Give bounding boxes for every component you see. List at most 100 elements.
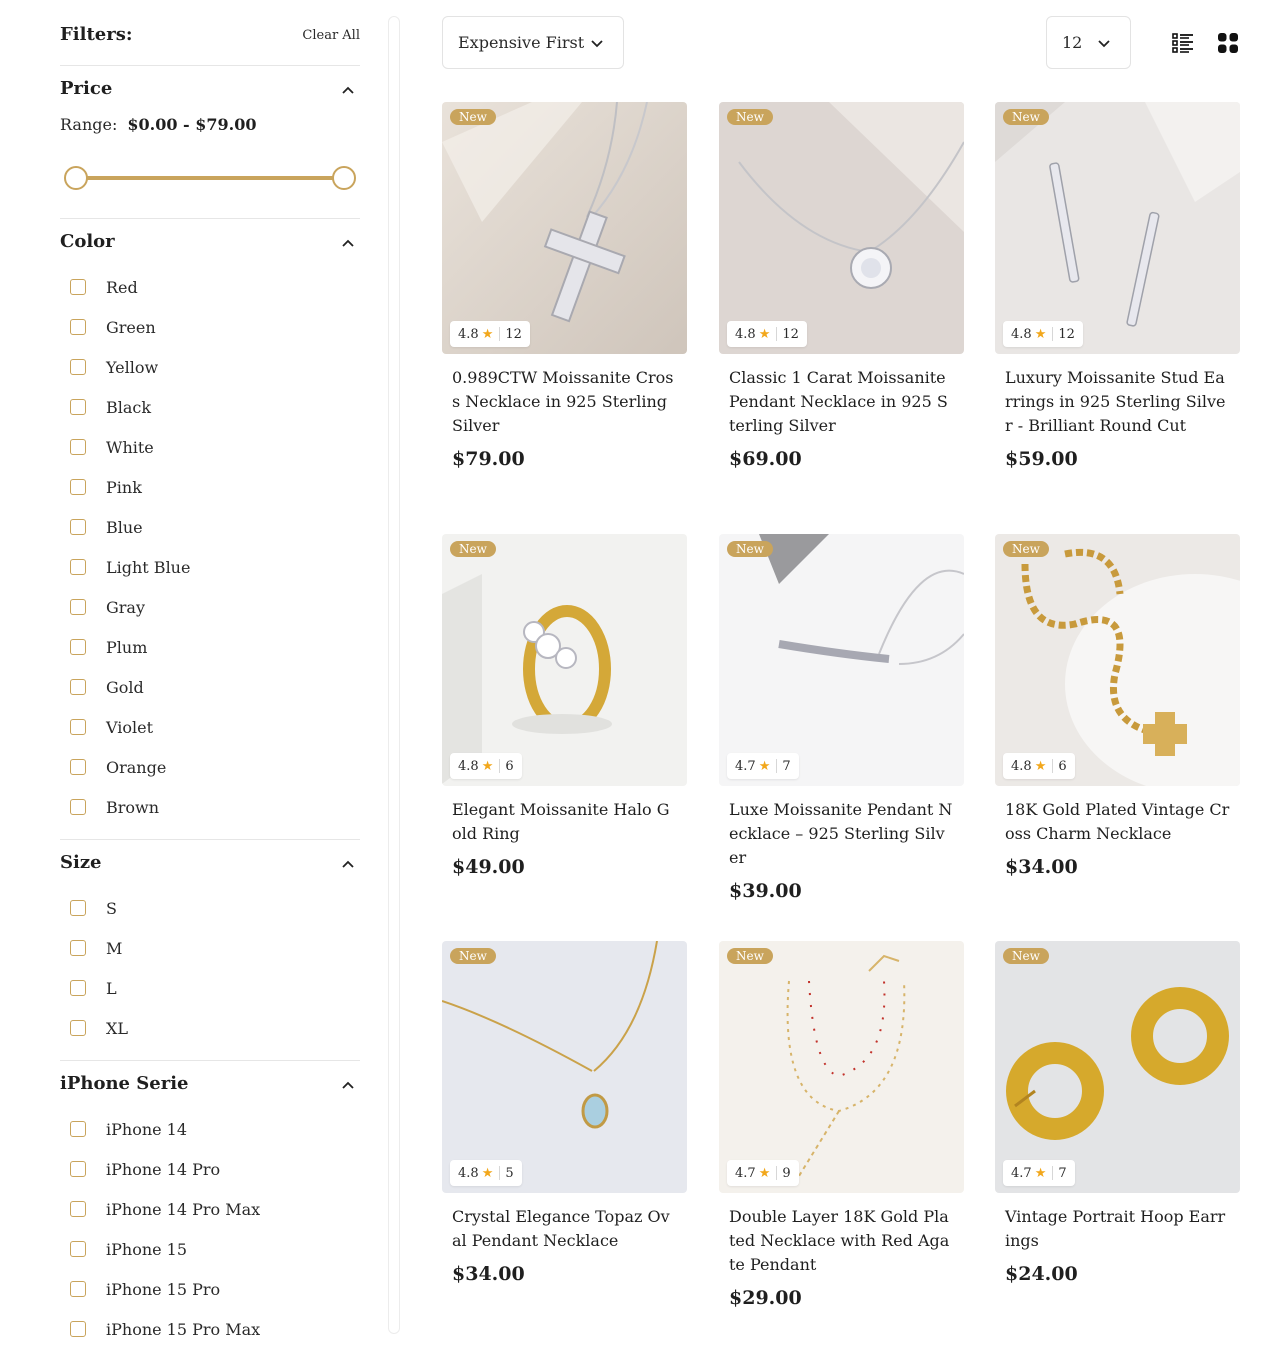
product-price: $29.00 <box>729 1287 802 1309</box>
checkbox[interactable] <box>70 519 86 535</box>
color-option[interactable]: Black <box>70 395 151 419</box>
product-title[interactable]: Classic 1 Carat Moissanite Pendant Neckl… <box>729 366 954 438</box>
size-option[interactable]: M <box>70 936 122 960</box>
color-option[interactable]: Gray <box>70 595 145 619</box>
product-image[interactable]: New 4.8 ★ 12 <box>442 102 687 354</box>
product-title[interactable]: Luxury Moissanite Stud Earrings in 925 S… <box>1005 366 1230 438</box>
product-title[interactable]: Vintage Portrait Hoop Earrings <box>1005 1205 1230 1253</box>
size-option[interactable]: L <box>70 976 117 1000</box>
iphone-option[interactable]: iPhone 14 Pro <box>70 1157 220 1181</box>
product-card[interactable]: New 4.7 ★ 7 Vintage Portrait Hoop Earrings $2… <box>995 941 1240 1285</box>
iphone-option-label: iPhone 14 <box>106 1119 188 1139</box>
checkbox[interactable] <box>70 1020 86 1036</box>
new-badge: New <box>450 109 496 125</box>
chevron-up-icon[interactable] <box>340 856 356 872</box>
product-card[interactable]: New 4.7 ★ 7 Luxe Moissanite Pendant Necklace… <box>719 534 964 902</box>
sort-select-value: Expensive First <box>458 33 585 52</box>
product-card[interactable]: New 4.8 ★ 12 0.989CTW Moissanite Cross Neckl… <box>442 102 687 470</box>
checkbox[interactable] <box>70 940 86 956</box>
product-card[interactable]: New 4.8 ★ 12 Luxury Moissanite Stud Earrings… <box>995 102 1240 470</box>
checkbox[interactable] <box>70 1121 86 1137</box>
checkbox[interactable] <box>70 1281 86 1297</box>
price-slider[interactable] <box>64 166 356 190</box>
product-image[interactable]: New 4.7 ★ 7 <box>719 534 964 786</box>
checkbox[interactable] <box>70 759 86 775</box>
per-page-select[interactable]: 12 <box>1046 16 1131 69</box>
color-option[interactable]: Brown <box>70 795 159 819</box>
color-option[interactable]: Yellow <box>70 355 158 379</box>
size-option-label: XL <box>106 1018 129 1038</box>
sort-select[interactable]: Expensive First <box>442 16 624 69</box>
product-title[interactable]: Double Layer 18K Gold Plated Necklace wi… <box>729 1205 954 1277</box>
checkbox[interactable] <box>70 799 86 815</box>
product-title[interactable]: Elegant Moissanite Halo Gold Ring <box>452 798 677 846</box>
per-page-value: 12 <box>1062 33 1083 52</box>
chevron-up-icon[interactable] <box>340 1077 356 1093</box>
color-option[interactable]: Red <box>70 275 138 299</box>
checkbox[interactable] <box>70 639 86 655</box>
grid-view-icon[interactable] <box>1218 33 1238 53</box>
star-icon: ★ <box>1034 758 1047 774</box>
product-price: $79.00 <box>452 448 525 470</box>
checkbox[interactable] <box>70 900 86 916</box>
checkbox[interactable] <box>70 559 86 575</box>
checkbox[interactable] <box>70 399 86 415</box>
iphone-option-label: iPhone 15 Pro <box>106 1279 221 1299</box>
color-option[interactable]: Light Blue <box>70 555 190 579</box>
size-option[interactable]: XL <box>70 1016 128 1040</box>
checkbox[interactable] <box>70 279 86 295</box>
checkbox[interactable] <box>70 679 86 695</box>
checkbox[interactable] <box>70 719 86 735</box>
price-slider-max-handle[interactable] <box>332 166 356 190</box>
color-option[interactable]: Gold <box>70 675 144 699</box>
product-image[interactable]: New 4.8 ★ 5 <box>442 941 687 1193</box>
product-title[interactable]: Crystal Elegance Topaz Oval Pendant Neck… <box>452 1205 677 1253</box>
checkbox[interactable] <box>70 1201 86 1217</box>
checkbox[interactable] <box>70 479 86 495</box>
color-option[interactable]: Blue <box>70 515 143 539</box>
sidebar-scrollbar[interactable] <box>388 16 400 1334</box>
checkbox[interactable] <box>70 980 86 996</box>
rating-value: 4.7 <box>1011 1165 1032 1181</box>
product-card[interactable]: New 4.8 ★ 12 Classic 1 Carat Moissanite Pend… <box>719 102 964 470</box>
checkbox[interactable] <box>70 1321 86 1337</box>
iphone-option[interactable]: iPhone 15 Pro <box>70 1277 220 1301</box>
chevron-up-icon[interactable] <box>340 235 356 251</box>
chevron-up-icon[interactable] <box>340 82 356 98</box>
checkbox[interactable] <box>70 359 86 375</box>
checkbox[interactable] <box>70 319 86 335</box>
color-option[interactable]: Orange <box>70 755 166 779</box>
iphone-option[interactable]: iPhone 15 <box>70 1237 187 1261</box>
checkbox[interactable] <box>70 1241 86 1257</box>
product-title[interactable]: Luxe Moissanite Pendant Necklace – 925 S… <box>729 798 954 870</box>
price-slider-min-handle[interactable] <box>64 166 88 190</box>
product-card[interactable]: New 4.7 ★ 9 Double Layer 18K Gold Plated Nec… <box>719 941 964 1309</box>
color-option[interactable]: Pink <box>70 475 142 499</box>
iphone-option[interactable]: iPhone 14 Pro Max <box>70 1197 260 1221</box>
iphone-option[interactable]: iPhone 14 <box>70 1117 187 1141</box>
clear-all-button[interactable]: Clear All <box>302 28 360 43</box>
product-image[interactable]: New 4.8 ★ 6 <box>442 534 687 786</box>
iphone-option[interactable]: iPhone 15 Pro Max <box>70 1317 260 1341</box>
product-title[interactable]: 18K Gold Plated Vintage Cross Charm Neck… <box>1005 798 1230 846</box>
product-image[interactable]: New 4.8 ★ 6 <box>995 534 1240 786</box>
product-image[interactable]: New 4.8 ★ 12 <box>995 102 1240 354</box>
color-option[interactable]: Green <box>70 315 156 339</box>
checkbox[interactable] <box>70 439 86 455</box>
product-image[interactable]: New 4.7 ★ 9 <box>719 941 964 1193</box>
product-card[interactable]: New 4.8 ★ 6 18K Gold Plated Vintage Cross Ch… <box>995 534 1240 878</box>
color-option[interactable]: White <box>70 435 154 459</box>
size-option[interactable]: S <box>70 896 117 920</box>
color-option[interactable]: Violet <box>70 715 153 739</box>
color-option[interactable]: Plum <box>70 635 147 659</box>
product-card[interactable]: New 4.8 ★ 6 Elegant Moissanite Halo Gold Rin… <box>442 534 687 878</box>
rating-badge: 4.8 ★ 5 <box>450 1160 522 1186</box>
product-image[interactable]: New 4.8 ★ 12 <box>719 102 964 354</box>
product-title[interactable]: 0.989CTW Moissanite Cross Necklace in 92… <box>452 366 677 438</box>
checkbox[interactable] <box>70 1161 86 1177</box>
checkbox[interactable] <box>70 599 86 615</box>
product-card[interactable]: New 4.8 ★ 5 Crystal Elegance Topaz Oval Pend… <box>442 941 687 1285</box>
review-count: 7 <box>1058 1165 1067 1181</box>
list-view-icon[interactable] <box>1172 32 1194 54</box>
product-image[interactable]: New 4.7 ★ 7 <box>995 941 1240 1193</box>
